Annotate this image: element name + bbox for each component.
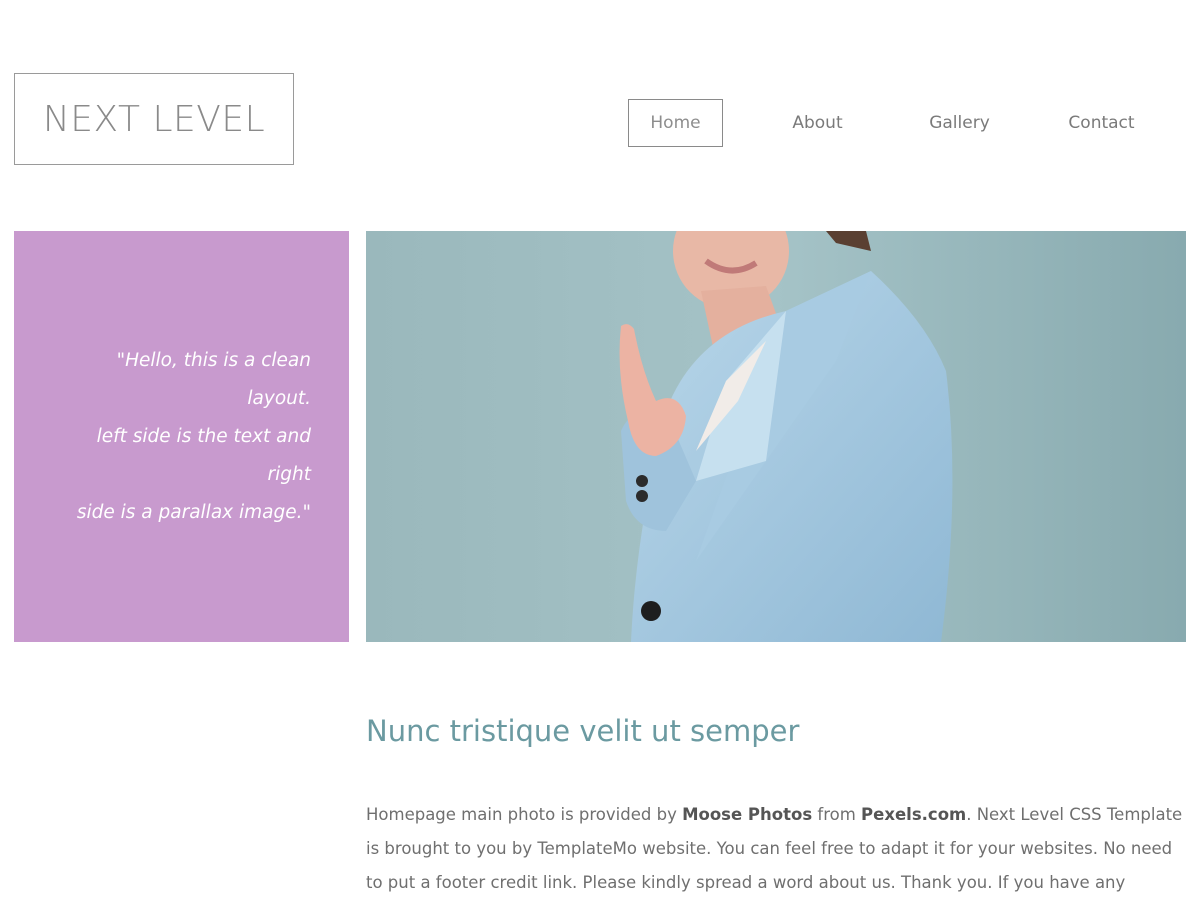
content-title: Nunc tristique velit ut semper — [366, 714, 800, 748]
hero-quote: "Hello, this is a clean layout. left sid… — [51, 342, 311, 532]
content-body-text-1: Homepage main photo is provided by — [366, 805, 683, 824]
site-logo-text: NEXT LEVEL — [42, 98, 266, 140]
content-body-text-2: from — [812, 805, 862, 824]
nav-item-home[interactable]: Home — [628, 99, 723, 147]
nav-item-contact[interactable]: Contact — [1054, 99, 1149, 147]
nav-item-gallery[interactable]: Gallery — [912, 99, 1007, 147]
hero-quote-line-1: "Hello, this is a clean layout. — [116, 349, 311, 409]
nav-item-about[interactable]: About — [770, 99, 865, 147]
hero-quote-line-2: left side is the text and right — [96, 425, 311, 485]
page: NEXT LEVEL Home About Gallery Contact "H… — [0, 0, 1200, 900]
site-logo[interactable]: NEXT LEVEL — [14, 73, 294, 165]
quote-panel: "Hello, this is a clean layout. left sid… — [14, 231, 349, 642]
main-nav: Home About Gallery Contact — [628, 99, 1149, 147]
hero-quote-line-3: side is a parallax image." — [76, 501, 311, 523]
photo-credit-pexels: Pexels.com — [861, 805, 967, 824]
content-body: Homepage main photo is provided by Moose… — [366, 798, 1186, 900]
hero-photo — [366, 231, 1186, 642]
photo-credit-moose-photos: Moose Photos — [682, 805, 813, 824]
hero-photo-illustration — [366, 231, 1186, 642]
